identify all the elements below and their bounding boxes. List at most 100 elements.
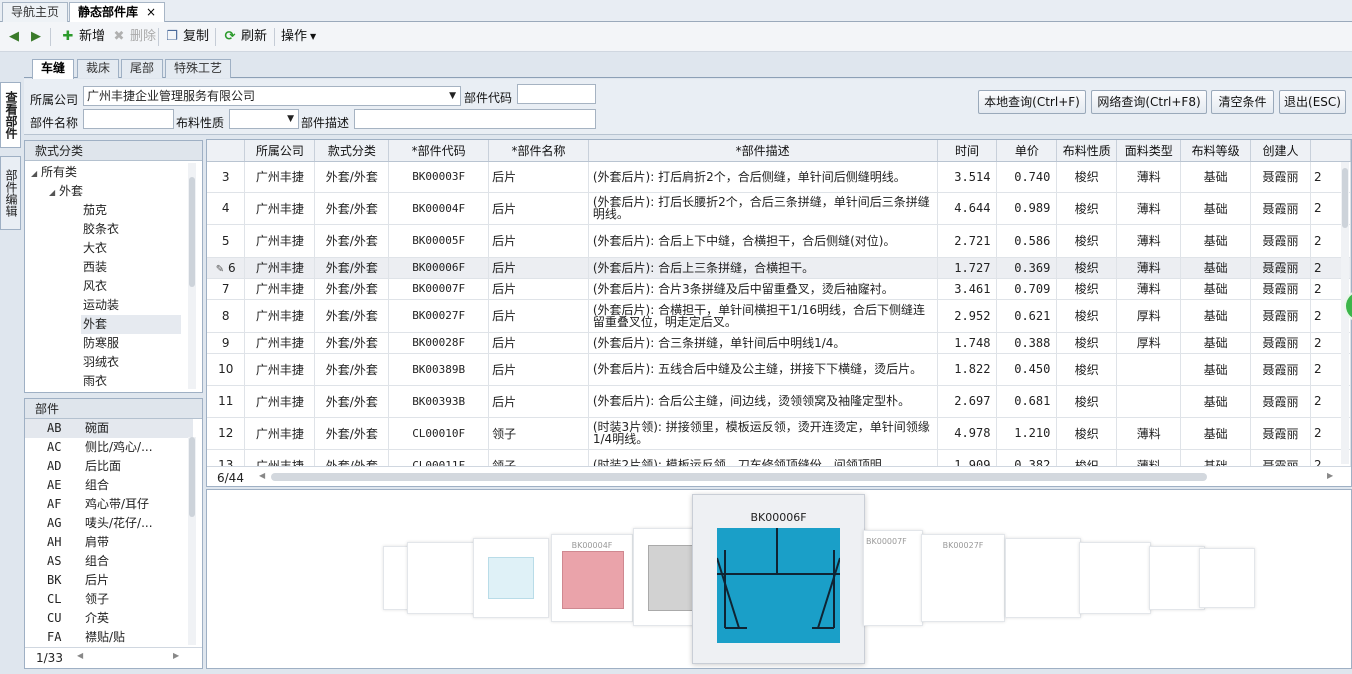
tree-item[interactable]: 大衣 [83, 239, 107, 258]
list-item[interactable]: BK 后片 [25, 571, 193, 590]
table-row-selected[interactable]: ✎ 6 广州丰捷 外套/外套 BK00006F 后片 (外套后片): 合后上三条拼缝，合横… [207, 257, 1351, 279]
scroll-right-icon[interactable]: ▶ [1327, 471, 1333, 480]
carousel-thumbnail[interactable]: BK00027F [921, 534, 1005, 622]
column-header[interactable]: 创建人 [1250, 140, 1311, 162]
clear-button[interactable]: 清空条件 [1211, 90, 1274, 114]
column-header-label: *部件名称 [511, 143, 566, 158]
code-label: 部件代码 [464, 91, 513, 105]
side-tab-edit-parts[interactable]: 部件编辑 [0, 156, 21, 230]
list-item[interactable]: AB 碗面 [25, 419, 193, 438]
fabric-select[interactable]: ▼ [229, 109, 299, 129]
carousel-thumbnail[interactable] [473, 538, 549, 618]
tree-item[interactable]: 西装 [83, 258, 107, 277]
table: 所属公司 款式分类 *部件代码 *部件名称 *部件描述 时间 单价 布料性质 面… [207, 140, 1351, 482]
scroll-right-icon[interactable]: ▶ [173, 651, 179, 660]
list-item[interactable]: CL 领子 [25, 590, 193, 609]
tree-item-selected[interactable]: 外套 [81, 315, 181, 334]
carousel-thumbnail[interactable] [1149, 546, 1205, 610]
tree-item[interactable]: 茄克 [83, 201, 107, 220]
table-row[interactable]: 7 广州丰捷 外套/外套 BK00007F 后片 (外套后片): 合片3条拼缝及后中留重叠… [207, 278, 1351, 300]
network-query-button[interactable]: 网络查询(Ctrl+F8) [1091, 90, 1207, 114]
tree-item-all[interactable]: ◢ 所有类 [31, 163, 77, 182]
tree-item[interactable]: 胶条衣 [83, 220, 119, 239]
thumbnail-caption: BK00007F [866, 537, 907, 546]
carousel-thumbnail[interactable] [1005, 538, 1081, 618]
operations-menu[interactable]: 操作 ▼ [281, 27, 316, 47]
cell-time: 4.978 [937, 417, 998, 450]
carousel-thumbnail[interactable] [407, 542, 477, 614]
selected-part-card[interactable]: BK00006F [692, 494, 865, 664]
table-row[interactable]: 11 广州丰捷 外套/外套 BK00393B 后片 (外套后片): 合后公主缝，间边线，烫… [207, 385, 1351, 418]
local-query-button[interactable]: 本地查询(Ctrl+F) [978, 90, 1086, 114]
desc-input[interactable] [354, 109, 596, 129]
tree-item[interactable]: 风衣 [83, 277, 107, 296]
close-icon[interactable]: × [146, 5, 156, 19]
column-header[interactable]: *部件代码 [388, 140, 490, 162]
scroll-left-icon[interactable]: ◀ [77, 651, 83, 660]
company-select[interactable]: 广州丰捷企业管理服务有限公司 ▼ [83, 86, 461, 106]
carousel-thumbnail[interactable]: BK00004F [551, 534, 633, 622]
name-input[interactable] [83, 109, 174, 129]
column-header[interactable]: *部件名称 [488, 140, 589, 162]
carousel-thumbnail[interactable]: BK00007F [863, 530, 923, 626]
table-row[interactable]: 10 广州丰捷 外套/外套 BK00389B 后片 (外套后片): 五线合后中缝及公主缝，… [207, 353, 1351, 386]
tab-static-parts[interactable]: 静态部件库 × [69, 2, 166, 22]
cell-type: 厚料 [1116, 299, 1182, 333]
copy-button[interactable]: ❐ 复制 [164, 27, 209, 47]
list-item[interactable]: AH 肩带 [25, 533, 193, 552]
column-header[interactable]: 布料性质 [1056, 140, 1118, 162]
exit-button[interactable]: 退出(ESC) [1279, 90, 1346, 114]
column-header[interactable]: 布料等级 [1180, 140, 1252, 162]
cell-price: 0.989 [996, 192, 1058, 225]
column-header[interactable]: 时间 [937, 140, 998, 162]
tab-cutting[interactable]: 裁床 [77, 59, 120, 78]
list-item[interactable]: AE 组合 [25, 476, 193, 495]
list-item[interactable]: AC 侧比/鸡心/... [25, 438, 193, 457]
column-header[interactable]: 单价 [996, 140, 1058, 162]
list-item[interactable]: AS 组合 [25, 552, 193, 571]
back-button[interactable]: ◀ [6, 27, 22, 47]
cell-grade: 基础 [1180, 161, 1252, 193]
column-header[interactable]: *部件描述 [588, 140, 938, 162]
delete-button[interactable]: ✖ 删除 [111, 27, 156, 47]
list-item[interactable]: CU 介英 [25, 609, 193, 628]
code-input[interactable] [517, 84, 596, 104]
tree-item[interactable]: 羽绒衣 [83, 353, 119, 372]
parts-scrollbar[interactable] [188, 437, 196, 645]
tree-item-outerwear[interactable]: ◢ 外套 [49, 182, 83, 201]
tree-item[interactable]: 防寒服 [83, 334, 119, 353]
tab-finishing[interactable]: 尾部 [121, 59, 164, 78]
cell-price: 0.450 [996, 353, 1058, 386]
cell-company: 广州丰捷 [244, 353, 316, 386]
list-item[interactable]: AF 鸡心带/耳仔 [25, 495, 193, 514]
table-row[interactable]: 9 广州丰捷 外套/外套 BK00028F 后片 (外套后片): 合三条拼缝，单针间后中明… [207, 332, 1351, 354]
list-item[interactable]: AG 唛头/花仔/... [25, 514, 193, 533]
column-header[interactable]: 款式分类 [314, 140, 390, 162]
scroll-left-icon[interactable]: ◀ [259, 471, 265, 480]
tree-item[interactable]: 运动装 [83, 296, 119, 315]
carousel-thumbnail[interactable] [1079, 542, 1151, 614]
list-item[interactable]: AD 后比面 [25, 457, 193, 476]
refresh-button[interactable]: ⟳ 刷新 [222, 27, 267, 47]
column-header[interactable]: 面料类型 [1116, 140, 1182, 162]
tab-home[interactable]: 导航主页 [2, 2, 69, 22]
chevron-down-icon: ▼ [287, 114, 294, 124]
column-header[interactable]: 所属公司 [244, 140, 316, 162]
tab-sewing[interactable]: 车缝 [32, 59, 75, 79]
tree-item[interactable]: 雨衣 [83, 372, 107, 391]
row-number-header [207, 140, 246, 162]
table-row[interactable]: 12 广州丰捷 外套/外套 CL00010F 领子 (时装3片领): 拼接领里，模板运反领… [207, 417, 1351, 450]
grid-horizontal-scrollbar[interactable] [271, 473, 1207, 481]
table-row[interactable]: 3 广州丰捷 外套/外套 BK00003F 后片 (外套后片): 打后肩折2个，合后侧缝，… [207, 161, 1351, 193]
side-tab-view-parts[interactable]: 查看部件 [0, 82, 21, 148]
parts-list: AB 碗面 AC 侧比/鸡心/... AD 后比面 AE 组合 AF 鸡心带/耳仔 AG 唛… [25, 419, 202, 647]
carousel-thumbnail[interactable] [1199, 548, 1255, 608]
forward-button[interactable]: ▶ [28, 27, 44, 47]
list-item[interactable]: FA 襟贴/贴 [25, 628, 193, 647]
table-row[interactable]: 5 广州丰捷 外套/外套 BK00005F 后片 (外套后片): 合后上下中缝，合横担干，… [207, 224, 1351, 258]
tree-scrollbar[interactable] [188, 163, 196, 389]
table-row[interactable]: 4 广州丰捷 外套/外套 BK00004F 后片 (外套后片): 打后长腰折2个，合后三条… [207, 192, 1351, 225]
table-row[interactable]: 8 广州丰捷 外套/外套 BK00027F 后片 (外套后片): 合横担干，单针间横担干1… [207, 299, 1351, 333]
add-button[interactable]: ✚ 新增 [60, 27, 105, 47]
tab-special-process[interactable]: 特殊工艺 [165, 59, 232, 78]
